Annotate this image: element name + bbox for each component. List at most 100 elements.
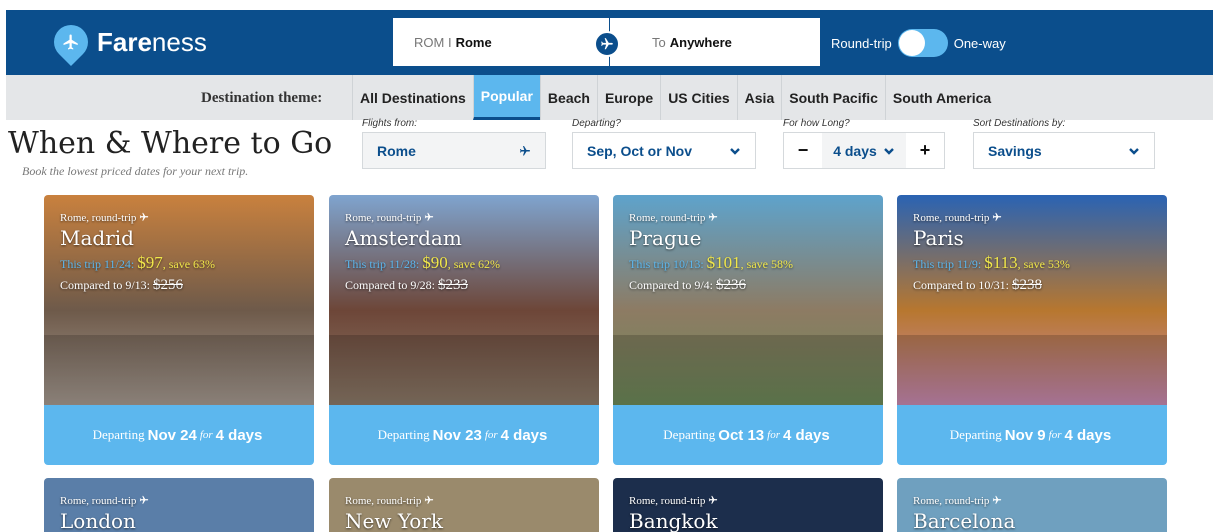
departing-select[interactable]: Sep, Oct or Nov	[572, 132, 756, 169]
destination-field[interactable]: To Anywhere	[610, 18, 820, 66]
tab-asia[interactable]: Asia	[736, 75, 782, 120]
trip-days: 4 days	[1064, 426, 1112, 444]
card-compare: Compared to 9/13: $256	[60, 277, 215, 294]
compare-price: $236	[716, 277, 746, 293]
card-city: London	[60, 509, 136, 532]
card-departing[interactable]: Departing Nov 24 for 4 days	[44, 405, 314, 465]
compare-price: $256	[153, 277, 183, 293]
departing-value: Sep, Oct or Nov	[587, 142, 693, 159]
card-departing[interactable]: Departing Oct 13 for 4 days	[613, 405, 883, 465]
compare-label: Compared to 9/4:	[629, 278, 713, 292]
deal-price: $113	[984, 253, 1018, 272]
flights-from-label: Flights from:	[362, 118, 418, 129]
destination-card[interactable]: Rome, round-trip Prague This trip 10/13: …	[613, 195, 883, 465]
departing-date: Oct 13	[718, 426, 765, 444]
card-overlay: Rome, round-trip Bangkok	[629, 495, 718, 532]
one-way-label[interactable]: One-way	[954, 36, 1006, 51]
plane-pin-icon	[46, 17, 96, 67]
sort-select[interactable]: Savings	[973, 132, 1155, 169]
destination-card[interactable]: Rome, round-trip Amsterdam This trip 11/2…	[329, 195, 599, 465]
departing-filter: Departing? Sep, Oct or Nov	[572, 118, 756, 169]
trip-length-value: 4 days	[833, 142, 877, 159]
tab-south-pacific[interactable]: South Pacific	[781, 75, 885, 120]
swap-route-button[interactable]	[594, 31, 620, 57]
plane-icon	[992, 212, 1002, 221]
flights-from-select[interactable]: Rome	[362, 132, 546, 169]
card-city: Paris	[913, 226, 964, 250]
card-origin: Rome, round-trip	[913, 212, 1070, 224]
card-city: Barcelona	[913, 509, 1016, 532]
brand-logo[interactable]: Fareness	[46, 17, 207, 67]
plane-icon	[708, 212, 718, 221]
trip-type-switch[interactable]	[897, 29, 948, 57]
card-compare: Compared to 9/28: $233	[345, 277, 500, 294]
card-overlay: Rome, round-trip Barcelona	[913, 495, 1015, 532]
sort-label: Sort Destinations by:	[973, 118, 1066, 129]
card-deal: This trip 11/24: $97, save 63%	[60, 253, 215, 273]
card-city: Bangkok	[629, 509, 718, 532]
trip-days: 4 days	[500, 426, 548, 444]
card-origin: Rome, round-trip	[629, 495, 718, 507]
origin-city: Rome	[455, 34, 492, 50]
card-compare: Compared to 9/4: $236	[629, 277, 793, 294]
tab-south-america[interactable]: South America	[884, 75, 998, 120]
deal-price: $101	[706, 253, 741, 272]
destination-card[interactable]: Rome, round-trip New York	[329, 478, 599, 532]
card-overlay: Rome, round-trip Amsterdam This trip 11/2…	[345, 212, 500, 294]
compare-price: $238	[1012, 277, 1042, 293]
card-origin: Rome, round-trip	[345, 212, 500, 224]
compare-label: Compared to 10/31:	[913, 278, 1009, 292]
tab-europe[interactable]: Europe	[596, 75, 660, 120]
page-subtitle: Book the lowest priced dates for your ne…	[22, 164, 249, 178]
departing-date: Nov 23	[432, 426, 482, 444]
top-header: Fareness ROM I Rome To Anywhere Round-tr…	[6, 10, 1213, 75]
chevron-down-icon	[883, 147, 894, 155]
origin-code: ROM I	[414, 34, 452, 50]
departing-text: Departing	[949, 427, 1002, 442]
decrease-days-button[interactable]: −	[784, 133, 822, 168]
deal-label: This trip 11/9:	[913, 257, 982, 271]
departing-label: Departing?	[572, 118, 621, 129]
destination-prefix: To	[652, 34, 666, 50]
card-origin: Rome, round-trip	[913, 495, 1015, 507]
round-trip-label[interactable]: Round-trip	[831, 36, 892, 51]
tab-us-cities[interactable]: US Cities	[660, 75, 736, 120]
toggle-knob	[898, 30, 925, 56]
trip-length-select[interactable]: 4 days	[822, 133, 906, 168]
for-text: for	[199, 429, 213, 441]
for-text: for	[767, 429, 780, 441]
card-city: New York	[345, 509, 443, 532]
card-deal: This trip 11/28: $90, save 62%	[345, 253, 500, 273]
tab-popular[interactable]: Popular	[472, 75, 540, 120]
flights-from-value: Rome	[377, 142, 416, 159]
increase-days-button[interactable]: +	[906, 133, 944, 168]
destination-card[interactable]: Rome, round-trip Bangkok	[613, 478, 883, 532]
trip-length-filter: For how Long? − 4 days +	[783, 118, 945, 169]
plane-icon	[139, 495, 149, 504]
destination-card[interactable]: Rome, round-trip Barcelona	[897, 478, 1167, 532]
card-departing[interactable]: Departing Nov 9 for 4 days	[897, 405, 1167, 465]
trip-days: 4 days	[215, 426, 263, 444]
tab-all-destinations[interactable]: All Destinations	[352, 75, 473, 120]
page-title: When & Where to Go	[8, 126, 333, 161]
destination-card[interactable]: Rome, round-trip London	[44, 478, 314, 532]
compare-price: $233	[438, 277, 468, 293]
destination-card[interactable]: Rome, round-trip Paris This trip 11/9: $1…	[897, 195, 1167, 465]
destination-card[interactable]: Rome, round-trip Madrid This trip 11/24: …	[44, 195, 314, 465]
theme-tabs: All Destinations Popular Beach Europe US…	[352, 75, 998, 120]
deal-savings: , save 63%	[162, 257, 216, 271]
card-overlay: Rome, round-trip New York	[345, 495, 443, 532]
trip-days: 4 days	[782, 426, 830, 444]
plane-icon	[424, 212, 434, 221]
card-deal: This trip 11/9: $113, save 53%	[913, 253, 1070, 273]
destination-city: Anywhere	[669, 34, 732, 50]
trip-type-toggle[interactable]: Round-trip One-way	[831, 29, 1006, 57]
origin-field[interactable]: ROM I Rome	[393, 18, 609, 66]
card-departing[interactable]: Departing Nov 23 for 4 days	[329, 405, 599, 465]
departing-date: Nov 9	[1004, 426, 1046, 444]
tab-beach[interactable]: Beach	[539, 75, 597, 120]
card-origin: Rome, round-trip	[629, 212, 793, 224]
plane-icon	[424, 495, 434, 504]
trip-length-label: For how Long?	[783, 118, 850, 129]
deal-price: $97	[137, 253, 163, 272]
